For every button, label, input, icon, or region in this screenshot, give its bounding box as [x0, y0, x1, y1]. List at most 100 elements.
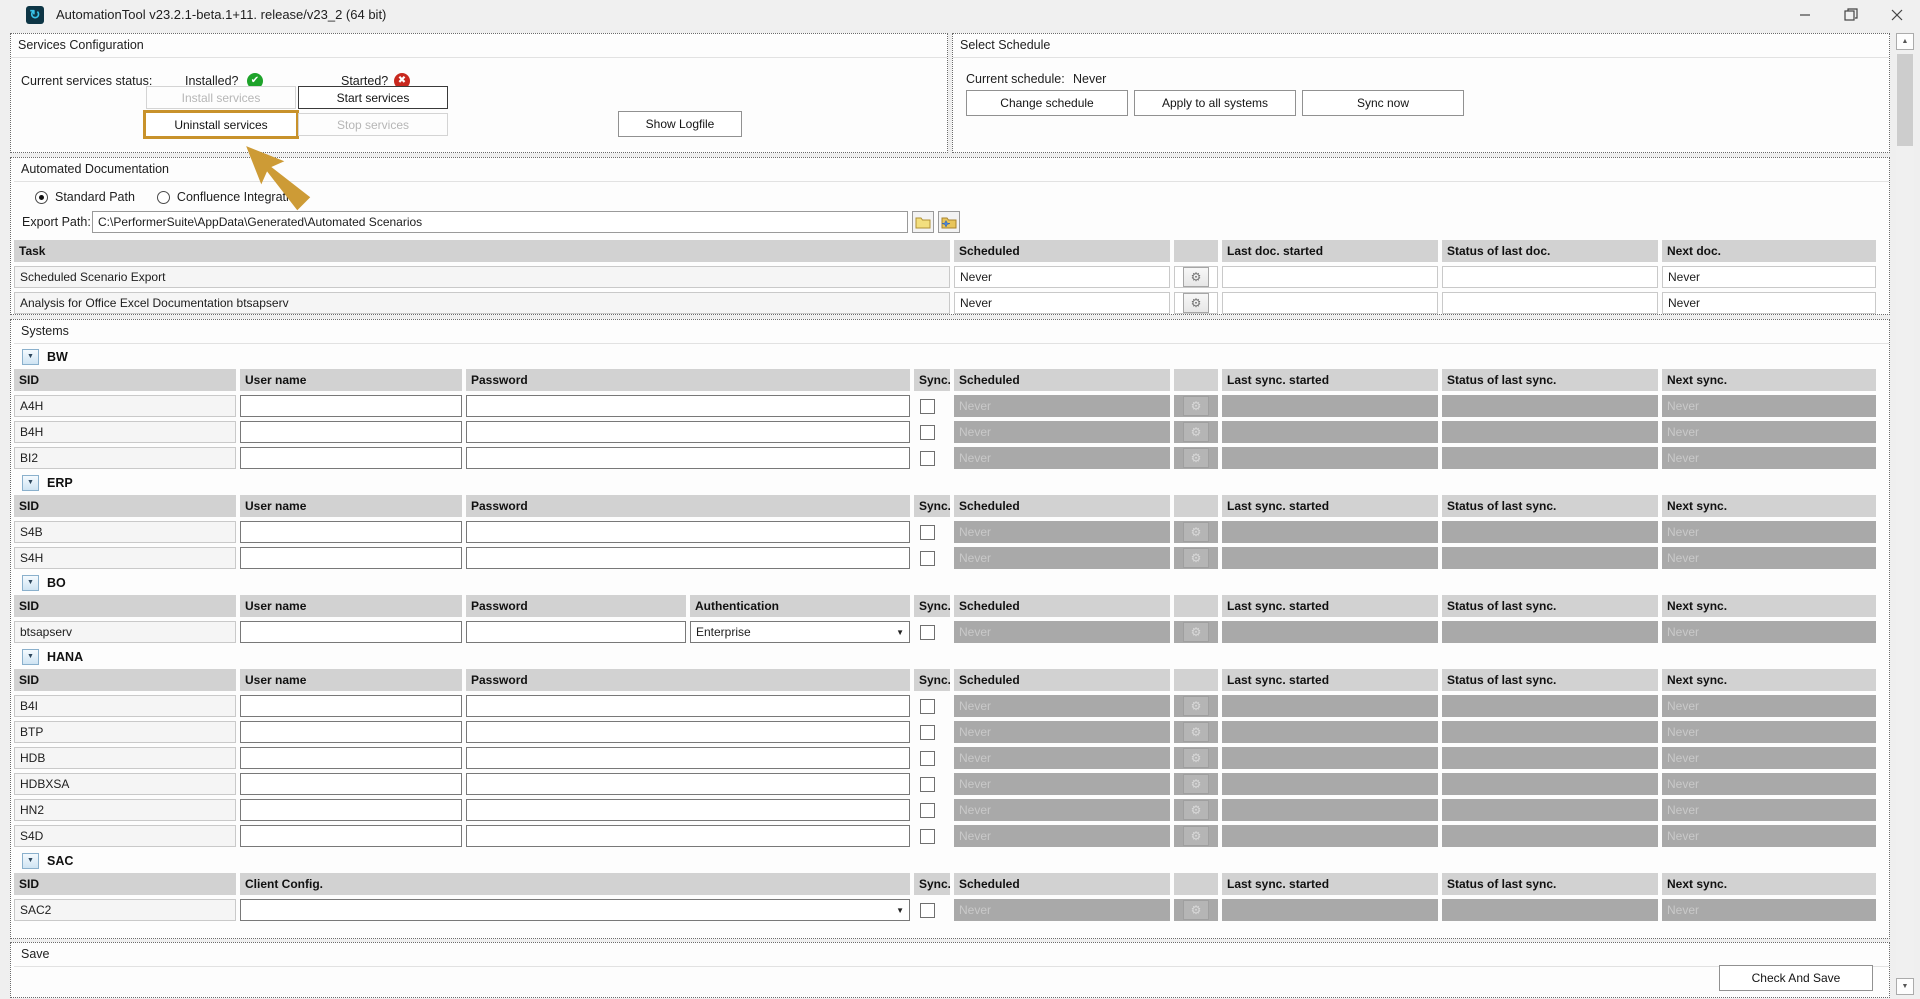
username-input[interactable]: [240, 547, 462, 569]
username-input[interactable]: [240, 799, 462, 821]
sync-checkbox[interactable]: [920, 450, 935, 466]
select-schedule-header: Select Schedule: [953, 34, 1889, 58]
password-input[interactable]: [466, 799, 910, 821]
authentication-select[interactable]: Enterprise ▼: [690, 621, 910, 643]
gear-cell: ⚙: [1174, 799, 1218, 821]
sync-checkbox[interactable]: [920, 398, 935, 414]
restore-button[interactable]: [1830, 0, 1872, 30]
sid-cell: BI2: [14, 447, 236, 469]
scrollbar-thumb[interactable]: [1897, 54, 1913, 146]
collapse-toggle[interactable]: ▼: [22, 575, 39, 591]
scroll-up-button[interactable]: ▲: [1896, 33, 1914, 50]
show-logfile-button[interactable]: Show Logfile: [618, 111, 742, 137]
schedule-gear-button: ⚙: [1183, 774, 1209, 794]
sync-checkbox[interactable]: [920, 524, 935, 540]
radio-standard-path[interactable]: [35, 190, 48, 204]
sync-checkbox[interactable]: [920, 424, 935, 440]
column-header: Next sync.: [1662, 873, 1876, 895]
collapse-toggle[interactable]: ▼: [22, 649, 39, 665]
sync-checkbox[interactable]: [920, 802, 935, 818]
schedule-gear-button[interactable]: ⚙: [1183, 293, 1209, 313]
password-input[interactable]: [466, 695, 910, 717]
username-input[interactable]: [240, 825, 462, 847]
username-input[interactable]: [240, 747, 462, 769]
status-of-last-sync-cell: [1442, 899, 1658, 921]
next-sync-cell: Never: [1662, 395, 1876, 417]
sid-cell: B4H: [14, 421, 236, 443]
sync-checkbox[interactable]: [920, 776, 935, 792]
status-of-last-sync-cell: [1442, 521, 1658, 543]
password-input[interactable]: [466, 721, 910, 743]
column-header: SID: [14, 495, 236, 517]
system-row: btsapserv Enterprise ▼ Never ⚙ Never: [14, 621, 1889, 643]
username-input[interactable]: [240, 695, 462, 717]
sync-checkbox[interactable]: [920, 902, 935, 918]
column-header: Status of last sync.: [1442, 595, 1658, 617]
password-input[interactable]: [466, 547, 910, 569]
username-input[interactable]: [240, 773, 462, 795]
close-icon: [1891, 9, 1903, 21]
check-and-save-button[interactable]: Check And Save: [1719, 965, 1873, 991]
browse-folder-button[interactable]: [912, 211, 934, 233]
system-row: B4H Never ⚙ Never: [14, 421, 1889, 443]
doc-table-row: Analysis for Office Excel Documentation …: [14, 292, 1889, 314]
password-input[interactable]: [466, 395, 910, 417]
schedule-gear-button[interactable]: ⚙: [1183, 267, 1209, 287]
start-services-button[interactable]: Start services: [298, 86, 448, 109]
password-input[interactable]: [466, 825, 910, 847]
username-input[interactable]: [240, 395, 462, 417]
schedule-gear-button: ⚙: [1183, 422, 1209, 442]
username-input[interactable]: [240, 447, 462, 469]
client-config-select[interactable]: ▼: [240, 899, 910, 921]
column-header: [1174, 240, 1218, 262]
radio-confluence-integration[interactable]: [156, 190, 170, 204]
status-of-last-sync-cell: [1442, 799, 1658, 821]
minimize-button[interactable]: [1784, 0, 1826, 30]
username-input[interactable]: [240, 421, 462, 443]
last-sync-started-cell: [1222, 621, 1438, 643]
password-input[interactable]: [466, 621, 686, 643]
open-special-folder-button[interactable]: [938, 211, 960, 233]
username-input[interactable]: [240, 721, 462, 743]
password-input[interactable]: [466, 447, 910, 469]
save-panel: Save Check And Save: [10, 942, 1890, 998]
password-input[interactable]: [466, 421, 910, 443]
sync-checkbox[interactable]: [920, 750, 935, 766]
password-input[interactable]: [466, 521, 910, 543]
password-input[interactable]: [466, 747, 910, 769]
install-services-button[interactable]: Install services: [146, 86, 296, 109]
username-input[interactable]: [240, 521, 462, 543]
change-schedule-button[interactable]: Change schedule: [966, 90, 1128, 116]
vertical-scrollbar[interactable]: ▲ ▼: [1896, 33, 1914, 997]
column-header: Next sync.: [1662, 669, 1876, 691]
status-of-last-sync-cell: [1442, 547, 1658, 569]
close-button[interactable]: [1876, 0, 1918, 30]
system-row: HN2 Never ⚙ Never: [14, 799, 1889, 821]
systems-header: Systems: [14, 320, 1889, 344]
sync-checkbox[interactable]: [920, 724, 935, 740]
scroll-down-button[interactable]: ▼: [1896, 978, 1914, 995]
group-title-row: ▼ HANA: [14, 647, 1889, 667]
sync-checkbox[interactable]: [920, 550, 935, 566]
collapse-toggle[interactable]: ▼: [22, 475, 39, 491]
collapse-toggle[interactable]: ▼: [22, 853, 39, 869]
sync-checkbox[interactable]: [920, 624, 935, 640]
group-title-row: ▼ BO: [14, 573, 1889, 593]
sync-checkbox[interactable]: [920, 698, 935, 714]
column-header: Sync.: [914, 873, 950, 895]
sync-cell: [914, 721, 950, 743]
system-row: S4D Never ⚙ Never: [14, 825, 1889, 847]
export-path-input[interactable]: [92, 211, 908, 233]
collapse-toggle[interactable]: ▼: [22, 349, 39, 365]
sid-cell: HDB: [14, 747, 236, 769]
apply-to-all-systems-button[interactable]: Apply to all systems: [1134, 90, 1296, 116]
username-input[interactable]: [240, 621, 462, 643]
sync-now-button[interactable]: Sync now: [1302, 90, 1464, 116]
sync-checkbox[interactable]: [920, 828, 935, 844]
uninstall-services-button[interactable]: Uninstall services: [143, 110, 299, 139]
stop-services-button[interactable]: Stop services: [298, 113, 448, 136]
column-header: Last sync. started: [1222, 873, 1438, 895]
system-table-header: SID User name Password Sync. Scheduled Last s…: [14, 669, 1889, 691]
password-input[interactable]: [466, 773, 910, 795]
system-group-bw: ▼ BW SID User name Password Sync. Scheduled Las…: [14, 347, 1889, 469]
